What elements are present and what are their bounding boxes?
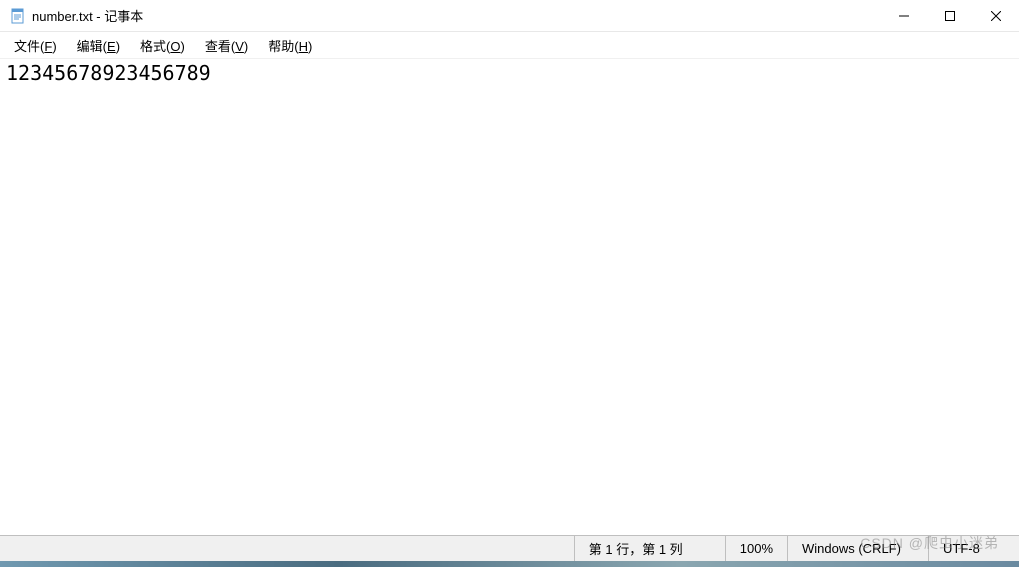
status-spacer (0, 536, 574, 561)
menu-edit[interactable]: 编辑(E) (67, 34, 130, 57)
titlebar: number.txt - 记事本 (0, 0, 1019, 32)
statusbar: 第 1 行，第 1 列 100% Windows (CRLF) UTF-8 (0, 535, 1019, 561)
menubar: 文件(F) 编辑(E) 格式(O) 查看(V) 帮助(H) (0, 32, 1019, 58)
status-line-ending: Windows (CRLF) (788, 536, 928, 561)
status-cursor-position: 第 1 行，第 1 列 (575, 536, 725, 561)
menu-help[interactable]: 帮助(H) (258, 34, 322, 57)
text-editor[interactable]: 12345678923456789 (0, 58, 1019, 535)
close-button[interactable] (973, 0, 1019, 31)
app-icon (10, 8, 26, 24)
menu-view[interactable]: 查看(V) (195, 34, 258, 57)
window-controls (881, 0, 1019, 31)
menu-format[interactable]: 格式(O) (130, 34, 195, 57)
status-zoom: 100% (726, 536, 787, 561)
window-title: number.txt - 记事本 (32, 6, 143, 25)
minimize-button[interactable] (881, 0, 927, 31)
maximize-button[interactable] (927, 0, 973, 31)
menu-file[interactable]: 文件(F) (4, 34, 67, 57)
status-encoding: UTF-8 (929, 536, 1019, 561)
taskbar-peek (0, 561, 1019, 567)
